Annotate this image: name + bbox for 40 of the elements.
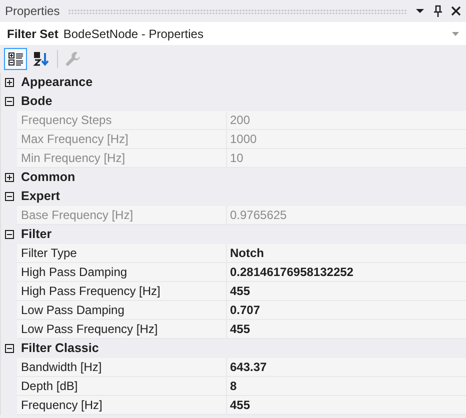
object-selector[interactable]: Filter Set BodeSetNode - Properties <box>0 22 466 45</box>
property-name[interactable]: High Pass Damping <box>17 263 227 282</box>
collapse-icon[interactable] <box>4 97 14 106</box>
property-name[interactable]: Depth [dB] <box>17 377 227 396</box>
property-value[interactable]: 455 <box>227 282 466 301</box>
property-name[interactable]: Low Pass Frequency [Hz] <box>17 320 227 339</box>
property-value[interactable]: 455 <box>227 396 466 415</box>
close-icon[interactable] <box>451 6 461 16</box>
category-label: Filter Classic <box>20 340 99 358</box>
categorized-icon <box>8 51 24 67</box>
property-value[interactable]: 455 <box>227 320 466 339</box>
property-value[interactable]: Notch <box>227 244 466 263</box>
category-label: Filter <box>20 226 52 244</box>
collapse-icon[interactable] <box>4 344 14 353</box>
panel-title: Properties <box>5 3 60 20</box>
property-name[interactable]: Filter Type <box>17 244 227 263</box>
object-type: Filter Set <box>7 26 58 42</box>
collapse-icon[interactable] <box>4 230 14 239</box>
dropdown-icon[interactable] <box>415 6 425 16</box>
wrench-icon <box>64 51 80 67</box>
category-label: Appearance <box>20 74 93 92</box>
property-value[interactable]: 8 <box>227 377 466 396</box>
property-name[interactable]: Bandwidth [Hz] <box>17 358 227 377</box>
expand-icon[interactable] <box>4 173 14 182</box>
sort-alphabetical-icon <box>32 51 48 67</box>
property-value[interactable]: 0.707 <box>227 301 466 320</box>
property-name[interactable]: Frequency [Hz] <box>17 396 227 415</box>
pin-icon[interactable] <box>433 5 443 17</box>
dropdown-arrow-icon <box>452 32 459 36</box>
property-value[interactable]: 643.37 <box>227 358 466 377</box>
category-label: Bode <box>20 93 52 110</box>
property-value[interactable]: 0.28146176958132252 <box>227 263 466 282</box>
category-label: Expert <box>20 188 60 206</box>
categorized-button[interactable] <box>4 48 27 70</box>
property-name[interactable]: Low Pass Damping <box>17 301 227 320</box>
collapse-icon[interactable] <box>4 192 14 201</box>
object-name: BodeSetNode - Properties <box>63 26 204 42</box>
expand-icon[interactable] <box>4 78 14 87</box>
property-name[interactable]: High Pass Frequency [Hz] <box>17 282 227 301</box>
category-label: Common <box>20 169 76 186</box>
